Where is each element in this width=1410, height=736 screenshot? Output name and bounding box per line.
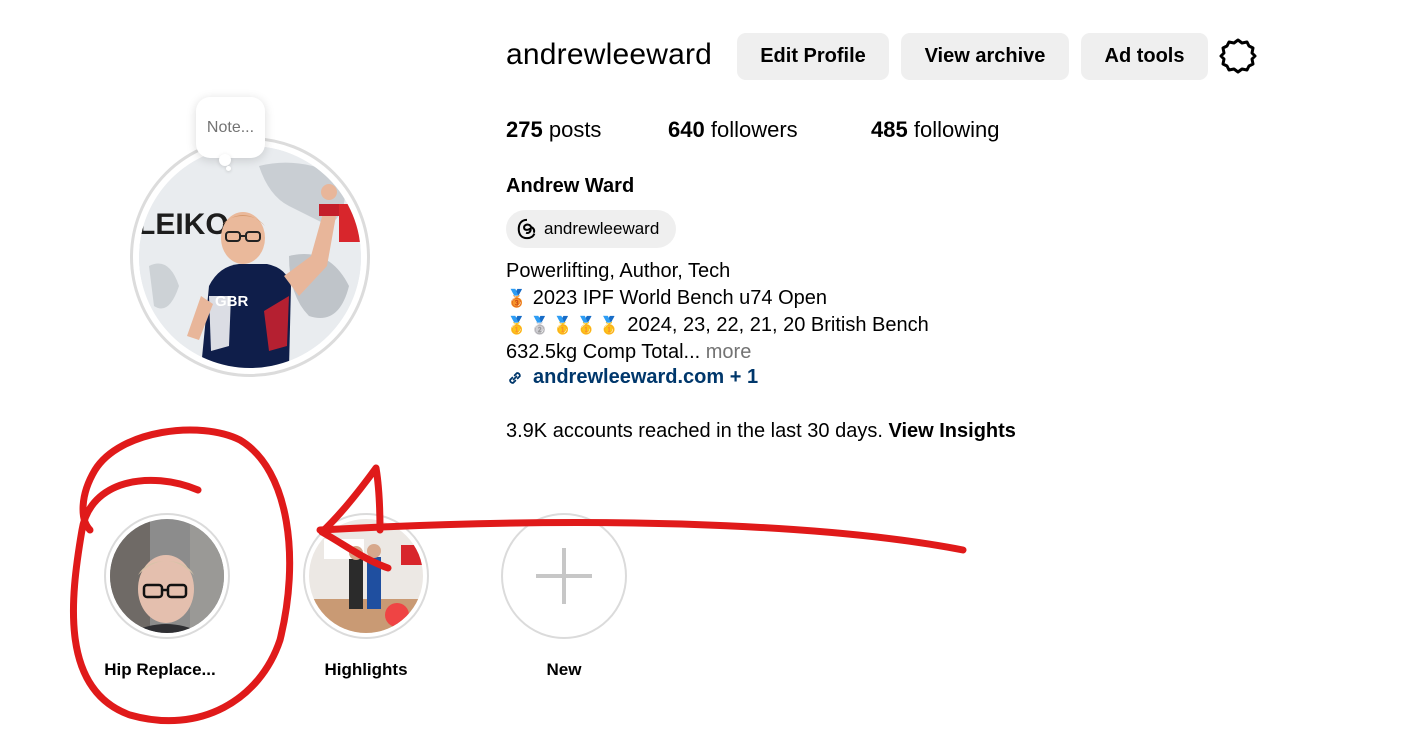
reach-text: 3.9K accounts reached in the last 30 day… [506, 420, 883, 442]
svg-text:GBR: GBR [215, 293, 249, 310]
note-bubble-tail-dot [226, 166, 231, 171]
followers-count: 640 [668, 117, 705, 142]
highlight-hip-replace-cover[interactable] [110, 519, 224, 633]
new-highlight-button[interactable] [501, 513, 627, 639]
avatar-photo: LEIKO GBR [139, 146, 361, 368]
edit-profile-button[interactable]: Edit Profile [737, 33, 889, 80]
threads-badge[interactable]: andrewleeward [506, 210, 676, 248]
note-bubble[interactable]: Note... [196, 97, 265, 158]
gear-icon[interactable] [1218, 36, 1258, 76]
bio-line-1: Powerlifting, Author, Tech [506, 260, 731, 282]
highlight-highlights-label: Highlights [324, 660, 408, 679]
profile-username: andrewleeward [506, 38, 713, 71]
highlight-hip-replace-label: Hip Replace... [104, 660, 216, 679]
ad-tools-button[interactable]: Ad tools [1081, 33, 1208, 80]
plus-icon [536, 548, 592, 604]
bio-line-3-text: 2024, 23, 22, 21, 20 British Bench [627, 314, 929, 336]
posts-stat: 275 posts [506, 117, 601, 143]
new-highlight-label: New [546, 660, 582, 679]
bio-line-2: 🥉 2023 IPF World Bench u74 Open [506, 285, 827, 312]
bio-link-text: andrewleeward.com + 1 [533, 366, 759, 388]
posts-count: 275 [506, 117, 543, 142]
bio-line-3: 🥇🥈🥇🥇🥇 2024, 23, 22, 21, 20 British Bench [506, 312, 929, 339]
insights-summary: 3.9K accounts reached in the last 30 day… [506, 420, 1016, 443]
bio-line-4: 632.5kg Comp Total... more [506, 339, 751, 366]
threads-icon [517, 218, 536, 240]
link-icon [509, 371, 521, 384]
following-count: 485 [871, 117, 908, 142]
view-insights-link[interactable]: View Insights [888, 420, 1015, 442]
posts-label: posts [548, 117, 602, 142]
bio-link[interactable]: andrewleeward.com + 1 [506, 366, 758, 389]
bio-line-2-text: 2023 IPF World Bench u74 Open [532, 287, 827, 309]
medals-icons: 🥇🥈🥇🥇🥇 [506, 316, 622, 335]
followers-label: followers [710, 117, 798, 142]
bio-more-link[interactable]: more [706, 341, 752, 363]
view-archive-button[interactable]: View archive [901, 33, 1069, 80]
note-bubble-tail [219, 154, 231, 166]
highlight-highlights-cover[interactable] [309, 519, 423, 633]
svg-text:LEIKO: LEIKO [139, 208, 229, 241]
bronze-medal-icon: 🥉 [506, 289, 528, 308]
profile-full-name: Andrew Ward [506, 175, 635, 197]
note-placeholder: Note... [206, 118, 255, 136]
bio-line-4-text: 632.5kg Comp Total... [506, 341, 701, 363]
threads-handle: andrewleeward [544, 219, 660, 238]
following-stat[interactable]: 485 following [871, 117, 999, 143]
followers-stat[interactable]: 640 followers [668, 117, 798, 143]
profile-avatar[interactable]: LEIKO GBR [139, 146, 361, 368]
following-label: following [913, 117, 1000, 142]
